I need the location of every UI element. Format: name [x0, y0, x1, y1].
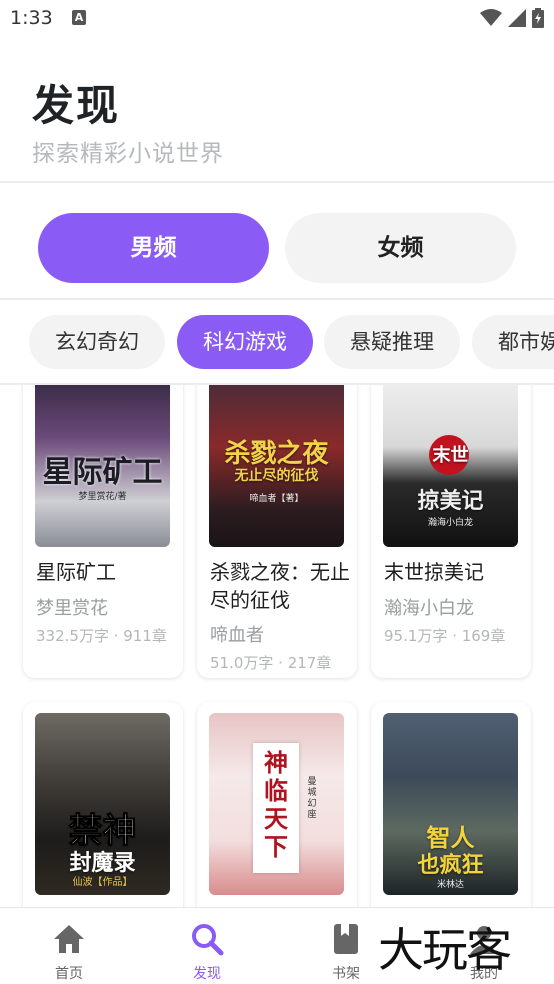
tab-female[interactable]: 女频 [285, 213, 516, 283]
book-card[interactable]: 星际矿工 梦里赏花/著 星际矿工 梦里赏花 332.5万字 · 911章 [23, 385, 183, 678]
book-card[interactable]: 智人 也疯狂 米林达 [371, 702, 531, 907]
battery-icon [532, 8, 544, 28]
book-author: 啼血者 [210, 625, 264, 646]
chip-mystery[interactable]: 悬疑推理 [324, 315, 460, 369]
book-card[interactable]: 末世 掠美记 瀚海小白龙 末世掠美记 瀚海小白龙 95.1万字 · 169章 [371, 385, 531, 678]
chip-scifi-game[interactable]: 科幻游戏 [177, 315, 313, 369]
book-cover: 杀戮之夜 无止尽的征伐 啼血者【著】 [209, 385, 344, 547]
book-meta: 95.1万字 · 169章 [384, 627, 506, 645]
nav-item-discover[interactable]: 发现 [157, 908, 257, 984]
nav-label: 发现 [193, 966, 221, 982]
cover-title: 神临天下 [264, 748, 288, 861]
book-cover: 末世 掠美记 瀚海小白龙 [383, 385, 518, 547]
cover-title: 星际矿工 [42, 455, 163, 490]
status-bar: 1:33 A [0, 0, 554, 38]
chip-urban[interactable]: 都市娱 [472, 315, 554, 369]
watermark-logo: 大玩客 [378, 923, 512, 977]
search-icon [192, 924, 224, 956]
book-title: 杀戮之夜：无止尽的征伐 [210, 560, 350, 612]
wifi-icon [480, 9, 502, 26]
book-cover: 神临天下 曼城幻座 [209, 713, 344, 895]
cover-author: 仙波【作品】 [72, 877, 133, 888]
chip-fantasy[interactable]: 玄幻奇幻 [29, 315, 165, 369]
home-icon [54, 925, 84, 953]
book-title: 星际矿工 [36, 560, 116, 584]
page-subtitle: 探索精彩小说世界 [32, 141, 224, 167]
book-author: 梦里赏花 [36, 598, 108, 619]
book-grid[interactable]: 星际矿工 梦里赏花/著 星际矿工 梦里赏花 332.5万字 · 911章 杀戮之… [0, 385, 554, 907]
page-title: 发现 [32, 81, 121, 130]
cover-title: 末世 [432, 445, 469, 466]
category-chip-row[interactable]: 玄幻奇幻 科幻游戏 悬疑推理 都市娱 [0, 315, 554, 369]
book-cover: 禁神 封魔录 仙波【作品】 [35, 713, 170, 895]
status-time: 1:33 [10, 7, 53, 29]
book-card[interactable]: 杀戮之夜 无止尽的征伐 啼血者【著】 杀戮之夜：无止尽的征伐 啼血者 51.0万… [197, 385, 357, 678]
notification-icon: A [72, 10, 86, 25]
cover-author: 米林达 [436, 880, 464, 890]
book-meta: 332.5万字 · 911章 [36, 627, 167, 645]
cover-subtitle: 无止尽的征伐 [234, 468, 319, 484]
cover-subtitle: 掠美记 [417, 488, 484, 514]
cover-author: 梦里赏花/著 [78, 492, 127, 502]
nav-label: 首页 [55, 966, 83, 982]
book-card[interactable]: 禁神 封魔录 仙波【作品】 [23, 702, 183, 907]
status-icons [480, 8, 544, 28]
divider [0, 181, 554, 183]
signal-icon [508, 9, 526, 27]
divider [0, 298, 554, 300]
book-cover: 星际矿工 梦里赏花/著 [35, 385, 170, 547]
tab-male[interactable]: 男频 [38, 213, 269, 283]
nav-item-home[interactable]: 首页 [19, 908, 119, 984]
bookshelf-icon [334, 924, 358, 954]
book-card[interactable]: 神临天下 曼城幻座 [197, 702, 357, 907]
book-meta: 51.0万字 · 217章 [210, 654, 332, 672]
cover-author: 啼血者【著】 [249, 494, 304, 504]
book-author: 瀚海小白龙 [384, 598, 474, 619]
cover-author: 曼城幻座 [307, 777, 317, 820]
book-cover: 智人 也疯狂 米林达 [383, 713, 518, 895]
cover-subtitle: 也疯狂 [417, 852, 484, 878]
book-title: 末世掠美记 [384, 560, 484, 584]
cover-author: 瀚海小白龙 [427, 518, 473, 528]
